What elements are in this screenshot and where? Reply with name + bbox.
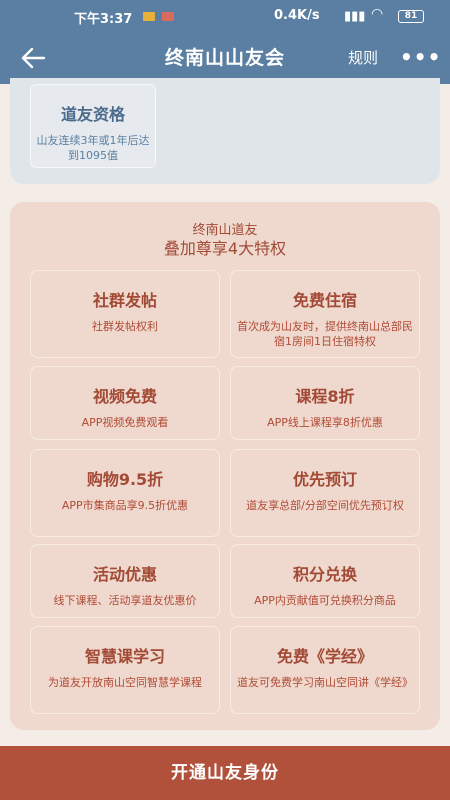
qualification-panel: 道友资格 山友连续3年或1年后达到1095值 [10, 78, 440, 184]
privilege-title: 积分兑换 [292, 565, 357, 584]
notification-icon [162, 12, 174, 21]
page-title: 终南山山友会 [164, 47, 285, 69]
qualification-description: 山友连续3年或1年后达到1095值 [36, 134, 150, 162]
qualification-card: 道友资格 山友连续3年或1年后达到1095值 [30, 84, 156, 168]
privilege-title: 社群发帖 [92, 291, 157, 310]
notification-icon [143, 12, 155, 21]
privilege-description: 线下课程、活动享道友优惠价 [53, 594, 197, 607]
rules-link[interactable]: 规则 [348, 47, 378, 68]
privilege-description: APP线上课程享8折优惠 [267, 416, 383, 429]
battery-icon: 81 [398, 10, 424, 23]
privilege-card-wisdom-course: 智慧课学习 为道友开放南山空同智慧学课程 [30, 626, 220, 714]
privilege-card-shopping-discount: 购物9.5折 APP市集商品享9.5折优惠 [30, 449, 220, 537]
privilege-card-free-lodging: 免费住宿 首次成为山友时，提供终南山总部民宿1房间1日住宿特权 [230, 270, 420, 358]
privilege-card-course-discount: 课程8折 APP线上课程享8折优惠 [230, 366, 420, 440]
privilege-title: 课程8折 [295, 387, 355, 406]
status-bar: 下午3:37 0.4K/s ▮▮▮ ◠ 81 [0, 0, 450, 30]
privilege-card-free-scripture: 免费《学经》 道友可免费学习南山空同讲《学经》 [230, 626, 420, 714]
privileges-panel: 终南山道友 叠加尊享4大特权 社群发帖 社群发帖权利 免费住宿 首次成为山友时，… [10, 202, 440, 730]
privilege-card-priority-booking: 优先预订 道友享总部/分部空间优先预订权 [230, 449, 420, 537]
qualification-title: 道友资格 [60, 105, 125, 124]
signal-icon: ▮▮▮ [344, 9, 366, 24]
app-header: 下午3:37 0.4K/s ▮▮▮ ◠ 81 终南山山友会 规则 ••• [0, 0, 450, 84]
privilege-card-points-exchange: 积分兑换 APP内贡献值可兑换积分商品 [230, 544, 420, 618]
nav-bar: 终南山山友会 规则 ••• [0, 34, 450, 80]
privileges-title: 叠加尊享4大特权 [163, 239, 287, 258]
privilege-title: 优先预订 [292, 470, 357, 489]
network-speed: 0.4K/s [274, 8, 320, 23]
privilege-card-event-discount: 活动优惠 线下课程、活动享道友优惠价 [30, 544, 220, 618]
privilege-description: APP市集商品享9.5折优惠 [61, 499, 189, 512]
privilege-description: 道友可免费学习南山空同讲《学经》 [237, 676, 413, 689]
privilege-title: 视频免费 [92, 387, 157, 406]
status-time: 下午3:37 [74, 12, 133, 27]
privilege-description: 社群发帖权利 [92, 320, 158, 333]
privilege-description: 为道友开放南山空同智慧学课程 [48, 676, 202, 689]
privilege-title: 购物9.5折 [86, 470, 164, 489]
privilege-title: 免费《学经》 [276, 647, 373, 666]
privilege-card-free-video: 视频免费 APP视频免费观看 [30, 366, 220, 440]
open-membership-button[interactable]: 开通山友身份 [0, 746, 450, 800]
privilege-card-community-posting: 社群发帖 社群发帖权利 [30, 270, 220, 358]
privilege-description: 首次成为山友时，提供终南山总部民宿1房间1日住宿特权 [237, 320, 413, 348]
privilege-description: 道友享总部/分部空间优先预订权 [246, 499, 404, 512]
more-menu-button[interactable]: ••• [400, 45, 441, 69]
privilege-title: 活动优惠 [92, 565, 157, 584]
privilege-title: 智慧课学习 [84, 647, 165, 666]
privilege-title: 免费住宿 [292, 291, 357, 310]
privilege-description: APP视频免费观看 [81, 416, 169, 429]
wifi-icon: ◠ [371, 6, 384, 22]
privilege-description: APP内贡献值可兑换积分商品 [254, 594, 396, 607]
